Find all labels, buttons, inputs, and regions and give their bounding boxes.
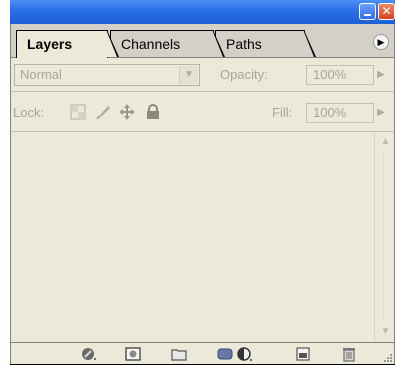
delete-layer-icon[interactable] — [340, 346, 358, 362]
tab-channels-label: Channels — [121, 36, 181, 52]
tab-layers[interactable]: Layers — [16, 30, 119, 58]
fill-label: Fill: — [272, 105, 293, 120]
opacity-slider-arrow-icon[interactable]: ▶ — [374, 65, 388, 85]
tab-strip: Paths Channels Layers ▶ — [10, 24, 395, 58]
opacity-value: 100% — [313, 67, 347, 82]
opacity-label: Opacity: — [220, 67, 268, 82]
link-layers-icon[interactable] — [80, 346, 98, 362]
tab-channels[interactable]: Channels — [110, 30, 225, 57]
layers-panel: ✕ Paths Channels Layers ▶ Normal ▼ Opaci… — [10, 0, 395, 365]
new-adjustment-layer-icon[interactable] — [236, 346, 254, 362]
scroll-track[interactable] — [383, 152, 384, 322]
add-layer-mask-icon[interactable] — [124, 346, 142, 362]
blend-opacity-row: Normal ▼ Opacity: 100% ▶ — [10, 58, 395, 92]
panel-border — [10, 24, 11, 365]
minimize-icon[interactable] — [359, 3, 376, 20]
tab-layers-label: Layers — [27, 36, 73, 52]
lock-fill-row: Lock: Fill: 100% ▶ — [10, 92, 395, 132]
tab-paths-label: Paths — [226, 36, 262, 52]
scroll-up-icon[interactable]: ▲ — [377, 135, 394, 149]
resize-grip-icon[interactable] — [381, 351, 393, 363]
chevron-down-icon[interactable]: ▼ — [179, 66, 198, 84]
fill-value: 100% — [313, 105, 347, 120]
blend-mode-select[interactable]: Normal ▼ — [14, 64, 200, 86]
layers-scrollbar[interactable]: ▲ ▼ — [374, 132, 395, 342]
layers-list[interactable] — [10, 132, 374, 342]
lock-image-pixels-icon[interactable] — [94, 103, 112, 121]
fill-slider-arrow-icon[interactable]: ▶ — [374, 103, 388, 123]
scroll-down-icon[interactable]: ▼ — [377, 325, 394, 339]
lock-position-icon[interactable] — [118, 103, 136, 121]
fill-input[interactable]: 100% — [306, 103, 374, 123]
opacity-input[interactable]: 100% — [306, 65, 374, 85]
new-group-icon[interactable] — [170, 346, 188, 362]
tab-paths[interactable]: Paths — [215, 30, 316, 57]
new-fill-layer-icon[interactable] — [216, 346, 234, 362]
lock-transparent-pixels-icon[interactable] — [69, 103, 87, 121]
close-icon[interactable]: ✕ — [378, 3, 395, 20]
blend-mode-value: Normal — [20, 67, 62, 82]
lock-all-icon[interactable] — [144, 103, 162, 121]
bottom-toolbar — [10, 342, 395, 365]
new-layer-icon[interactable] — [294, 346, 312, 362]
panel-menu-arrow-icon[interactable]: ▶ — [373, 34, 389, 50]
lock-label: Lock: — [13, 105, 45, 120]
title-bar[interactable]: ✕ — [10, 0, 395, 24]
